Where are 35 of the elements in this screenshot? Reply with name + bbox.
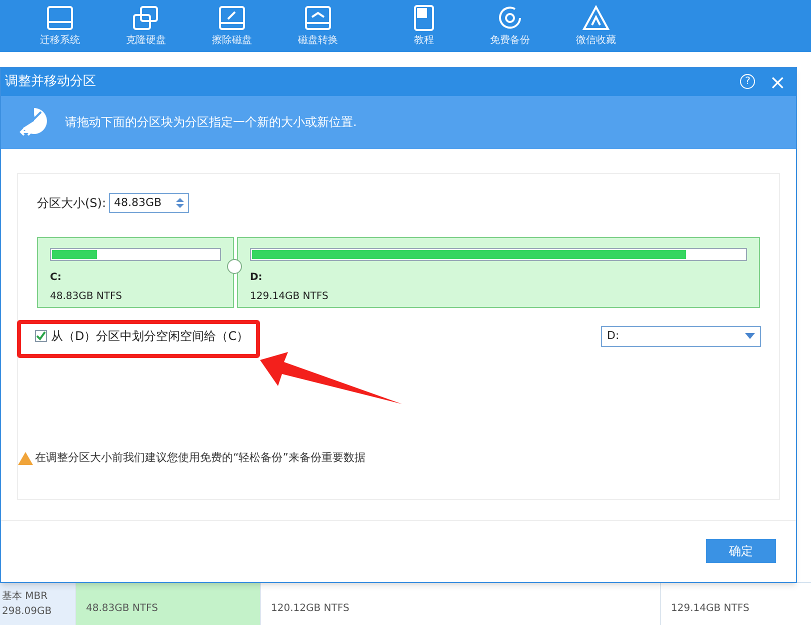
help-button[interactable]: ?: [740, 74, 756, 90]
partition-detail: 129.14GB NTFS: [250, 290, 330, 304]
drive-icon: [45, 4, 75, 30]
warning-text: 在调整分区大小前我们建议您使用免费的“轻松备份”来备份重要数据: [35, 450, 366, 466]
toolbar-button[interactable]: 擦除磁盘: [190, 4, 274, 48]
partition-detail: 48.83GB NTFS: [50, 290, 123, 304]
drive-icon: [303, 4, 333, 30]
allocate-checkbox[interactable]: 从（D）分区中划分空闲空间给（C）: [35, 327, 249, 346]
dropdown-arrow-icon: [745, 333, 755, 340]
partition-block[interactable]: D: 129.14GB NTFS: [237, 236, 760, 308]
toolbar-button[interactable]: 微信收藏: [554, 4, 638, 48]
disk-size: 298.09GB: [2, 605, 53, 619]
ok-button[interactable]: 确定: [706, 539, 776, 564]
warning-icon: [18, 452, 33, 466]
triangle-icon: [581, 4, 611, 30]
dialog-title: 调整并移动分区: [5, 73, 97, 91]
toolbar-button[interactable]: 教程: [382, 4, 466, 48]
toolbar-button[interactable]: 迁移系统: [18, 4, 102, 48]
partition-letter: C:: [50, 270, 62, 285]
copy-icon: [131, 4, 161, 30]
partition-cell[interactable]: 48.83GB NTFS: [75, 583, 260, 625]
toolbar-button[interactable]: 磁盘转换: [276, 4, 360, 48]
close-button[interactable]: ×: [769, 72, 786, 92]
partition-dropdown[interactable]: D:: [601, 326, 761, 347]
disk-type: 基本 MBR: [2, 590, 49, 604]
size-spinbox[interactable]: 48.83GB: [109, 192, 190, 213]
partition-block[interactable]: C: 48.83GB NTFS: [37, 236, 234, 308]
toolbar-button[interactable]: 克隆硬盘: [104, 4, 188, 48]
partition-letter: D:: [250, 270, 264, 285]
checkmark-icon: [36, 331, 46, 342]
banner-text: 请拖动下面的分区块为分区指定一个新的大小或新位置.: [65, 114, 357, 132]
size-label: 分区大小(S):: [37, 194, 106, 212]
toolbar-button[interactable]: 免费备份: [468, 4, 552, 48]
drive-icon: [217, 4, 247, 30]
spin-arrows-icon: [176, 196, 184, 209]
